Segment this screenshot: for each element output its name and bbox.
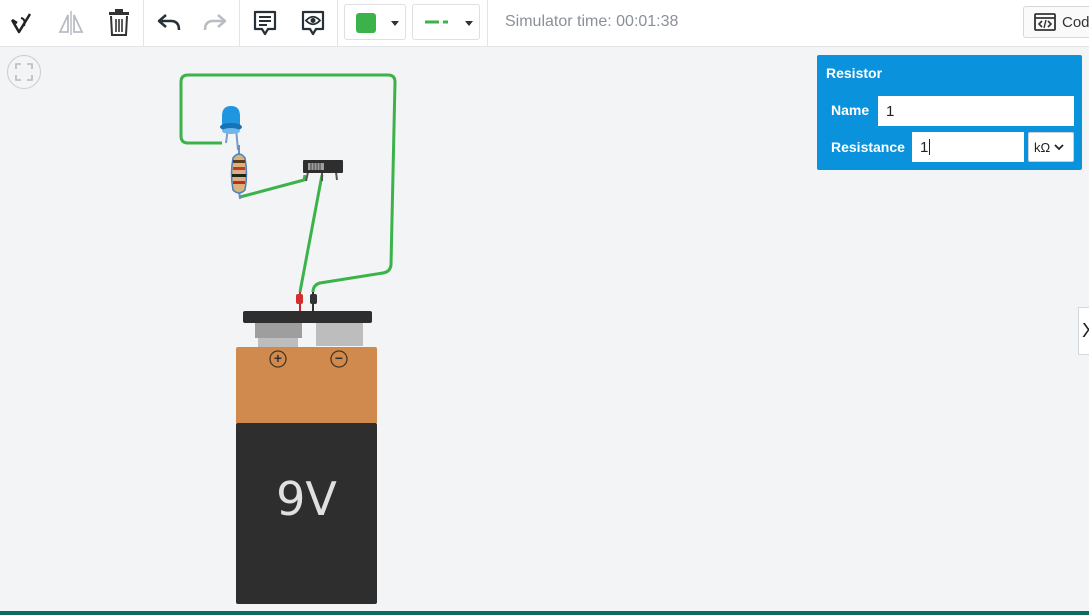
resistance-field[interactable]: 1	[911, 131, 1025, 163]
wire[interactable]	[298, 174, 324, 293]
resistor[interactable]	[230, 145, 248, 200]
name-field[interactable]: 1	[877, 95, 1075, 127]
led[interactable]	[220, 106, 242, 151]
slide-switch[interactable]	[303, 160, 343, 182]
text-cursor	[929, 139, 931, 155]
name-label: Name	[831, 102, 870, 118]
battery-minus-label: −	[334, 350, 344, 366]
resistance-unit: kΩ	[1034, 139, 1051, 155]
battery-voltage-label: 9V	[276, 472, 337, 526]
resistance-value: 1	[920, 138, 929, 156]
battery-9v[interactable]	[236, 292, 377, 604]
battery-plus-label: +	[273, 350, 283, 366]
wire[interactable]	[239, 174, 307, 199]
side-panel-toggle[interactable]: X	[1078, 307, 1089, 355]
bottom-bar	[0, 611, 1089, 615]
inspector-panel: Resistor Name 1 Resistance 1 kΩ	[817, 55, 1082, 170]
chevron-down-icon	[1054, 143, 1064, 150]
inspector-title: Resistor	[826, 65, 883, 81]
resistance-label: Resistance	[831, 139, 905, 155]
resistance-unit-select[interactable]: kΩ	[1028, 132, 1074, 162]
